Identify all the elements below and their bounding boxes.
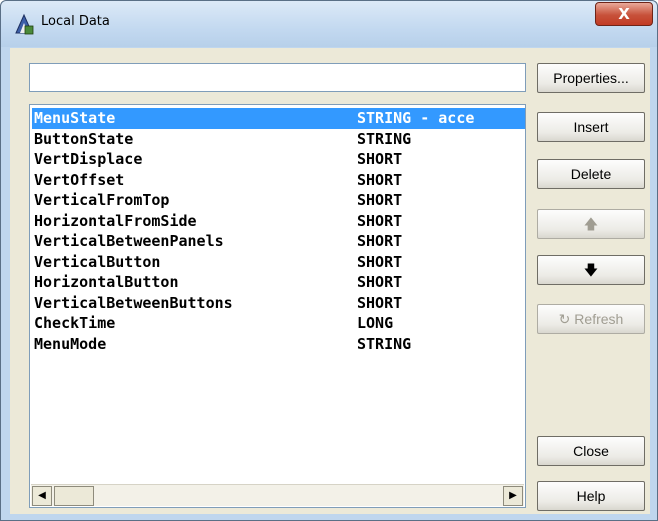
list-item-type: SHORT: [357, 293, 403, 312]
scroll-right-button[interactable]: ▶: [503, 486, 523, 506]
variable-list[interactable]: MenuState STRING - acce ButtonState STRING V…: [29, 104, 526, 508]
list-item-name: VerticalBetweenButtons: [34, 293, 233, 312]
list-item-name: ButtonState: [34, 129, 134, 148]
delete-button[interactable]: Delete: [537, 159, 645, 189]
list-item[interactable]: VerticalFromTop SHORT: [32, 190, 525, 211]
refresh-button[interactable]: ↻ Refresh: [537, 304, 645, 334]
refresh-button-label: Refresh: [574, 311, 624, 327]
list-item-name: VerticalBetweenPanels: [34, 232, 224, 250]
list-item[interactable]: VerticalBetweenButtons SHORT: [32, 293, 525, 314]
title-bar[interactable]: Local Data X: [1, 1, 657, 47]
list-item-name: VertOffset: [34, 170, 125, 189]
list-item-type: STRING - acce: [357, 109, 475, 127]
close-button-label: Close: [573, 443, 609, 459]
arrow-down-icon: 🡇: [583, 262, 599, 278]
scroll-thumb[interactable]: [54, 486, 94, 506]
list-item[interactable]: VertOffset SHORT: [32, 170, 525, 191]
list-item[interactable]: MenuMode STRING: [32, 334, 525, 355]
list-item-type: STRING: [357, 129, 412, 148]
help-button-label: Help: [576, 488, 606, 504]
help-button[interactable]: Help: [537, 481, 645, 511]
properties-button[interactable]: Properties...: [537, 63, 645, 93]
list-item-name: MenuMode: [34, 334, 107, 353]
close-button[interactable]: Close: [537, 436, 645, 466]
list-item[interactable]: HorizontalButton SHORT: [32, 272, 525, 293]
search-input[interactable]: [29, 63, 526, 92]
list-item-name: VerticalFromTop: [34, 191, 170, 209]
list-item-name: CheckTime: [34, 314, 116, 332]
properties-button-label: Properties...: [553, 70, 629, 86]
list-item-type: LONG: [357, 314, 394, 332]
arrow-up-icon: 🡅: [583, 216, 599, 232]
list-item[interactable]: MenuState STRING - acce: [32, 108, 525, 129]
refresh-icon: ↻: [558, 311, 571, 327]
window-title: Local Data: [41, 14, 110, 29]
list-item[interactable]: ButtonState STRING: [32, 129, 525, 150]
list-rows: MenuState STRING - acce ButtonState STRING V…: [32, 108, 525, 354]
list-item-type: SHORT: [357, 211, 403, 230]
list-item-type: SHORT: [357, 273, 403, 291]
move-down-button[interactable]: 🡇: [537, 255, 645, 285]
close-icon: X: [618, 5, 630, 23]
scroll-left-button[interactable]: ◀: [32, 486, 52, 506]
list-item[interactable]: VerticalBetweenPanels SHORT: [32, 231, 525, 252]
close-window-button[interactable]: X: [595, 2, 653, 26]
list-item-name: HorizontalFromSide: [34, 211, 197, 230]
list-item-type: SHORT: [357, 191, 403, 209]
triangle-left-icon: ◀: [38, 490, 46, 501]
move-up-button[interactable]: 🡅: [537, 209, 645, 239]
list-item-name: VertDisplace: [34, 150, 143, 168]
list-item-type: SHORT: [357, 150, 403, 168]
triangle-right-icon: ▶: [509, 490, 517, 501]
list-item[interactable]: VerticalButton SHORT: [32, 252, 525, 273]
list-item-type: SHORT: [357, 170, 403, 189]
list-item[interactable]: HorizontalFromSide SHORT: [32, 211, 525, 232]
delete-button-label: Delete: [570, 166, 612, 182]
app-icon: [15, 13, 34, 35]
insert-button-label: Insert: [573, 119, 609, 135]
list-item-name: HorizontalButton: [34, 273, 179, 291]
list-item[interactable]: CheckTime LONG: [32, 313, 525, 334]
list-item[interactable]: VertDisplace SHORT: [32, 149, 525, 170]
list-item-name: VerticalButton: [34, 252, 161, 271]
list-item-type: SHORT: [357, 232, 403, 250]
list-item-name: MenuState: [34, 109, 116, 127]
horizontal-scrollbar[interactable]: ◀ ▶: [31, 484, 524, 506]
list-item-type: STRING: [357, 334, 412, 353]
list-item-type: SHORT: [357, 252, 403, 271]
insert-button[interactable]: Insert: [537, 112, 645, 142]
